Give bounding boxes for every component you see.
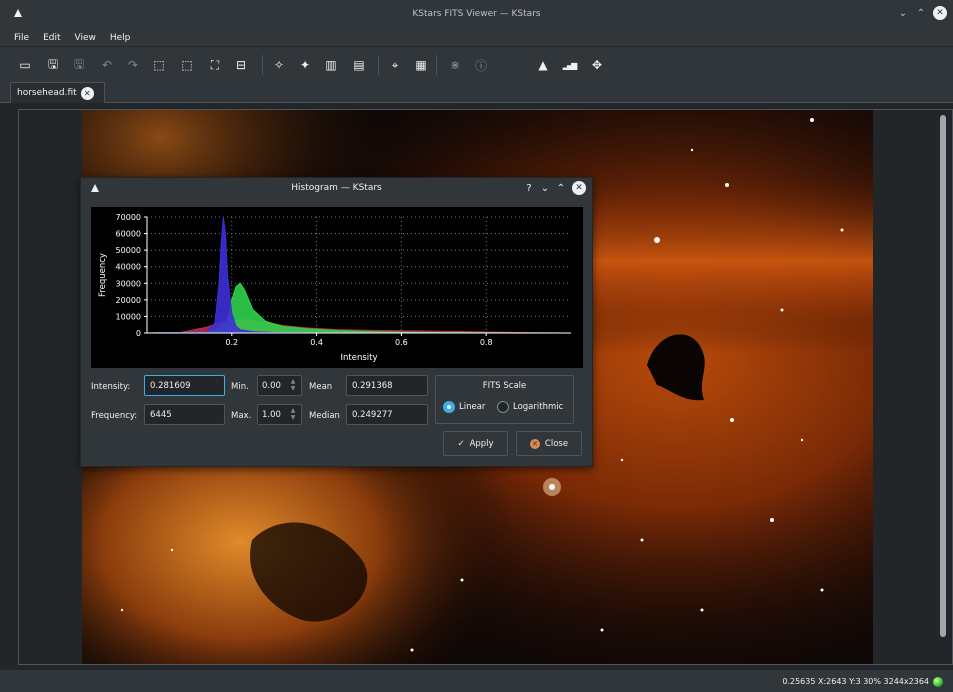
frequency-field[interactable]: 6445 bbox=[144, 404, 225, 425]
logarithmic-radio[interactable]: Logarithmic bbox=[497, 401, 563, 413]
fits-scale-title: FITS Scale bbox=[482, 381, 527, 391]
histogram-dialog: Histogram — KStars ? ⌄ ⌃ ✕ 0 10000 20000 30… bbox=[80, 177, 593, 467]
close-window-icon[interactable]: ✕ bbox=[933, 6, 947, 20]
window-titlebar: KStars FITS Viewer — KStars ⌄ ⌃ ✕ bbox=[0, 0, 953, 30]
histogram-chart[interactable]: 0 10000 20000 30000 40000 50000 60000 70000 0.2 0… bbox=[91, 207, 583, 368]
median-label: Median bbox=[309, 411, 340, 421]
toolbar: ▭ 🖫 🖫 ↶ ↷ ⬚ ⬚ ⛶ ⊟ ✧ ✦ ▥ ▤ ⌖ ▦ ⋇ ⓘ ▲ ▂▄▆ ✥ bbox=[0, 47, 953, 81]
y-tick-label: 60000 bbox=[116, 230, 141, 239]
y-tick-label: 70000 bbox=[116, 213, 141, 222]
zoom-in-icon[interactable]: ⬚ bbox=[150, 56, 168, 74]
center-icon[interactable]: ✥ bbox=[588, 56, 606, 74]
histogram-icon[interactable]: ▲ bbox=[534, 56, 552, 74]
x-tick-label: 0.6 bbox=[395, 338, 408, 347]
histogram-plot[interactable]: 0 10000 20000 30000 40000 50000 60000 70000 0.2 0… bbox=[91, 207, 583, 368]
spin-arrows-icon[interactable]: ▲ ▼ bbox=[288, 378, 298, 393]
grid-icon[interactable]: ▦ bbox=[412, 56, 430, 74]
dialog-title: Histogram — KStars bbox=[291, 183, 382, 193]
y-tick-label: 50000 bbox=[116, 246, 141, 255]
max-label: Max. bbox=[231, 411, 252, 421]
tab-label: horsehead.fit bbox=[17, 88, 77, 98]
close-tab-icon[interactable]: ✕ bbox=[80, 86, 94, 100]
x-axis-label: Intensity bbox=[341, 353, 378, 363]
apply-button[interactable]: ✓ Apply bbox=[443, 431, 508, 456]
vertical-scrollbar[interactable] bbox=[940, 115, 946, 637]
menu-help[interactable]: Help bbox=[110, 33, 131, 43]
zoom-out-icon[interactable]: ⬚ bbox=[178, 56, 196, 74]
crosshair-icon[interactable]: ⌖ bbox=[386, 56, 404, 74]
x-tick-label: 0.8 bbox=[480, 338, 493, 347]
y-tick-label: 10000 bbox=[116, 312, 141, 321]
save-as-icon[interactable]: 🖫 bbox=[70, 56, 88, 74]
close-dialog-icon[interactable]: ✕ bbox=[572, 181, 586, 195]
y-tick-label: 20000 bbox=[116, 296, 141, 305]
y-tick-label: 40000 bbox=[116, 263, 141, 272]
status-text: 0.25635 X:2643 Y:3 30% 3244x2364 bbox=[782, 677, 929, 686]
status-led-icon bbox=[933, 677, 943, 687]
minimize-icon[interactable]: ⌄ bbox=[540, 183, 550, 194]
info-icon[interactable]: ⓘ bbox=[472, 56, 490, 74]
tab-horsehead[interactable]: horsehead.fit ✕ bbox=[10, 82, 105, 103]
close-button[interactable]: ✕ Close bbox=[516, 431, 582, 456]
mark-stars-icon[interactable]: ✧ bbox=[270, 56, 288, 74]
max-value: 1.00 bbox=[262, 410, 281, 420]
min-spinbox[interactable]: 0.00 ▲ ▼ bbox=[257, 375, 302, 396]
toolbar-separator bbox=[378, 55, 379, 75]
redo-icon[interactable]: ↷ bbox=[124, 56, 142, 74]
intensity-field[interactable]: 0.281609 bbox=[144, 375, 225, 396]
intensity-label: Intensity: bbox=[91, 382, 131, 392]
maximize-icon[interactable]: ⌃ bbox=[556, 183, 566, 194]
spin-arrows-icon[interactable]: ▲ ▼ bbox=[288, 407, 298, 422]
toolbar-separator bbox=[436, 55, 437, 75]
menu-edit[interactable]: Edit bbox=[43, 33, 60, 43]
help-icon[interactable]: ? bbox=[524, 183, 534, 194]
x-tick-label: 0.2 bbox=[225, 338, 238, 347]
menu-view[interactable]: View bbox=[75, 33, 96, 43]
open-icon[interactable]: ▭ bbox=[16, 56, 34, 74]
dialog-titlebar: Histogram — KStars ? ⌄ ⌃ ✕ bbox=[81, 178, 592, 198]
menubar: File Edit View Help bbox=[0, 30, 953, 46]
x-tick-label: 0.4 bbox=[310, 338, 323, 347]
histogram-series-2 bbox=[146, 216, 571, 334]
close-label: Close bbox=[544, 438, 569, 449]
levels-icon[interactable]: ▂▄▆ bbox=[560, 56, 578, 74]
tab-bar: horsehead.fit ✕ bbox=[0, 81, 953, 103]
statistics-icon[interactable]: ▥ bbox=[322, 56, 340, 74]
star-profile-icon[interactable]: ✦ bbox=[296, 56, 314, 74]
median-field[interactable]: 0.249277 bbox=[346, 404, 428, 425]
logarithmic-label: Logarithmic bbox=[513, 402, 564, 412]
linear-radio[interactable]: Linear bbox=[443, 401, 485, 413]
window-title: KStars FITS Viewer — KStars bbox=[412, 9, 541, 19]
maximize-icon[interactable]: ⌃ bbox=[915, 8, 927, 19]
apply-label: Apply bbox=[469, 438, 494, 449]
header-icon[interactable]: ▤ bbox=[350, 56, 368, 74]
mean-field[interactable]: 0.291368 bbox=[346, 375, 428, 396]
menu-file[interactable]: File bbox=[14, 33, 29, 43]
undo-icon[interactable]: ↶ bbox=[98, 56, 116, 74]
y-axis-label: Frequency bbox=[98, 253, 108, 297]
frequency-label: Frequency: bbox=[91, 411, 138, 421]
y-tick-label: 0 bbox=[136, 329, 141, 338]
eq-grid-icon[interactable]: ⋇ bbox=[446, 56, 464, 74]
fits-scale-group: FITS Scale Linear Logarithmic bbox=[435, 375, 574, 424]
save-icon[interactable]: 🖫 bbox=[44, 56, 62, 74]
linear-label: Linear bbox=[459, 402, 486, 412]
radio-selected-icon[interactable] bbox=[443, 401, 455, 413]
mean-label: Mean bbox=[309, 382, 333, 392]
minimize-icon[interactable]: ⌄ bbox=[897, 8, 909, 19]
zoom-fit-icon[interactable]: ⛶ bbox=[206, 56, 224, 74]
toolbar-separator bbox=[262, 55, 263, 75]
min-label: Min. bbox=[231, 382, 249, 392]
zoom-original-icon[interactable]: ⊟ bbox=[232, 56, 250, 74]
radio-unselected-icon[interactable] bbox=[497, 401, 509, 413]
y-tick-label: 30000 bbox=[116, 279, 141, 288]
min-value: 0.00 bbox=[262, 381, 281, 391]
max-spinbox[interactable]: 1.00 ▲ ▼ bbox=[257, 404, 302, 425]
checkmark-icon: ✓ bbox=[457, 438, 465, 449]
close-icon: ✕ bbox=[529, 438, 540, 449]
status-bar: 0.25635 X:2643 Y:3 30% 3244x2364 bbox=[0, 670, 953, 692]
